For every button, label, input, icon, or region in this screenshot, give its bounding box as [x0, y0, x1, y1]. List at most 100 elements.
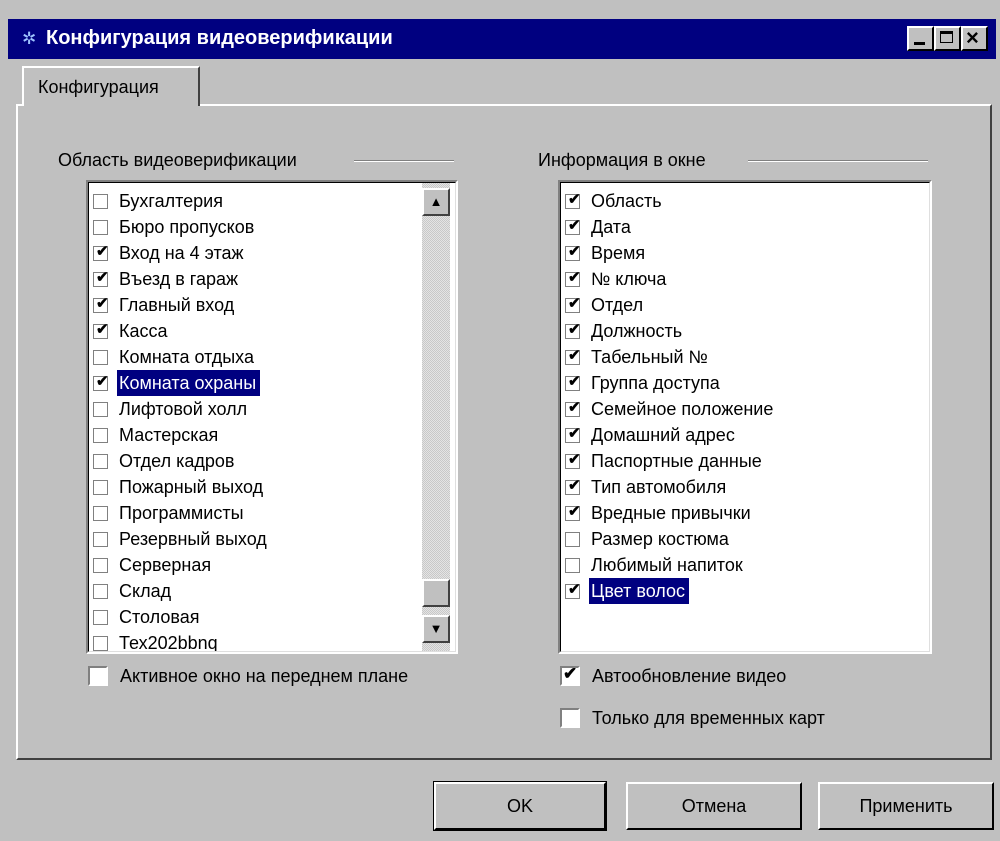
area-item-label: Комната охраны — [117, 370, 261, 396]
area-item-checkbox[interactable] — [93, 532, 108, 547]
area-item-checkbox[interactable]: ✔ — [93, 321, 109, 339]
area-scrollbar[interactable]: ▲ ▼ — [422, 183, 450, 651]
title-bar[interactable]: ✲ Конфигурация видеоверификации × — [8, 19, 996, 59]
info-item-label: Семейное положение — [591, 399, 774, 419]
apply-button[interactable]: Применить — [818, 782, 994, 830]
scroll-down-button[interactable]: ▼ — [422, 615, 450, 643]
info-group-rule — [748, 160, 928, 162]
check-icon: ✔ — [568, 269, 581, 286]
info-item-label: Отдел — [591, 295, 644, 315]
info-item-checkbox[interactable]: ✔ — [565, 451, 581, 469]
check-icon: ✔ — [563, 664, 578, 683]
area-group-rule — [354, 160, 454, 162]
area-item-checkbox[interactable] — [93, 402, 108, 417]
area-item-checkbox[interactable]: ✔ — [93, 269, 109, 287]
area-item-label: Тех202bbnq — [119, 633, 218, 652]
maximize-button[interactable] — [934, 26, 961, 51]
info-item-label: Время — [591, 243, 646, 263]
area-item-label: Мастерская — [119, 425, 219, 445]
check-icon: ✔ — [568, 373, 581, 390]
info-item-checkbox[interactable]: ✔ — [565, 399, 581, 417]
check-icon: ✔ — [568, 425, 581, 442]
scroll-thumb[interactable] — [422, 579, 450, 607]
area-item-label: Лифтовой холл — [119, 399, 248, 419]
info-item-checkbox[interactable]: ✔ — [565, 581, 581, 599]
check-icon: ✔ — [568, 399, 581, 416]
info-item-label: Должность — [591, 321, 683, 341]
area-item-label: Бухгалтерия — [119, 191, 223, 211]
close-icon: × — [966, 25, 979, 50]
area-item-checkbox[interactable] — [93, 194, 108, 209]
ok-button[interactable]: OK — [433, 781, 607, 831]
scroll-up-button[interactable]: ▲ — [422, 188, 450, 216]
check-icon: ✔ — [568, 217, 581, 234]
info-item-checkbox[interactable]: ✔ — [565, 269, 581, 287]
area-item-checkbox[interactable]: ✔ — [93, 373, 109, 391]
info-group-label: Информация в окне — [538, 150, 706, 170]
area-item-checkbox[interactable] — [93, 584, 108, 599]
area-item-checkbox[interactable]: ✔ — [93, 243, 109, 261]
check-icon: ✔ — [568, 581, 581, 598]
area-group-label: Область видеоверификации — [58, 150, 297, 170]
area-item-checkbox[interactable] — [93, 506, 108, 521]
area-item-checkbox[interactable] — [93, 610, 108, 625]
info-item-checkbox[interactable]: ✔ — [565, 217, 581, 235]
info-item-label: Любимый напиток — [591, 555, 743, 575]
area-listbox[interactable]: Бухгалтерия Бюро пропусков ✔ Вход на 4 этаж… — [86, 180, 458, 654]
area-item-checkbox[interactable] — [93, 480, 108, 495]
info-item-checkbox[interactable]: ✔ — [565, 191, 581, 209]
info-item-label: Размер костюма — [591, 529, 729, 549]
auto-update-checkbox-box[interactable]: ✔ — [560, 664, 580, 686]
info-item-label: Табельный № — [591, 347, 708, 367]
area-item-checkbox[interactable]: ✔ — [93, 295, 109, 313]
arrow-down-icon: ▼ — [429, 621, 443, 636]
foreground-checkbox-box[interactable] — [88, 666, 108, 686]
area-item-checkbox[interactable] — [93, 558, 108, 573]
area-item-label: Серверная — [119, 555, 212, 575]
info-listbox[interactable]: ✔ Область ✔ Дата ✔ Время ✔ № ключа ✔ Отдел ✔ Должно… — [558, 180, 932, 654]
area-item-label: Бюро пропусков — [119, 217, 255, 237]
info-item-checkbox[interactable]: ✔ — [565, 347, 581, 365]
area-item-label: Резервный выход — [119, 529, 267, 549]
info-item-checkbox[interactable]: ✔ — [565, 295, 581, 313]
info-item-checkbox[interactable]: ✔ — [565, 477, 581, 495]
check-icon: ✔ — [568, 243, 581, 260]
check-icon: ✔ — [568, 295, 581, 312]
check-icon: ✔ — [568, 503, 581, 520]
info-item-label: Область — [591, 191, 662, 211]
close-button[interactable]: × — [961, 26, 988, 51]
area-item-checkbox[interactable] — [93, 636, 108, 651]
info-item-label: Группа доступа — [591, 373, 720, 393]
area-item-label: Въезд в гараж — [119, 269, 239, 289]
info-item-checkbox[interactable]: ✔ — [565, 243, 581, 261]
check-icon: ✔ — [96, 295, 109, 312]
check-icon: ✔ — [96, 269, 109, 286]
info-item-checkbox[interactable]: ✔ — [565, 321, 581, 339]
area-item-checkbox[interactable] — [93, 350, 108, 365]
tab-label: Конфигурация — [38, 77, 159, 97]
area-item-checkbox[interactable] — [93, 454, 108, 469]
area-item-label: Касса — [119, 321, 168, 341]
cancel-button[interactable]: Отмена — [626, 782, 802, 830]
tab-configuration[interactable]: Конфигурация — [22, 66, 200, 106]
dialog-window: ✲ Конфигурация видеоверификации × Конфиг… — [0, 0, 1000, 841]
minimize-button[interactable] — [907, 26, 934, 51]
info-item-checkbox[interactable]: ✔ — [565, 503, 581, 521]
area-item-label: Комната отдыха — [119, 347, 254, 367]
check-icon: ✔ — [568, 191, 581, 208]
area-item-label: Отдел кадров — [119, 451, 235, 471]
check-icon: ✔ — [96, 321, 109, 338]
area-item-label: Главный вход — [119, 295, 235, 315]
check-icon: ✔ — [568, 321, 581, 338]
minimize-icon — [914, 42, 925, 45]
info-item-checkbox[interactable]: ✔ — [565, 373, 581, 391]
area-item-checkbox[interactable] — [93, 220, 108, 235]
area-item-label: Вход на 4 этаж — [119, 243, 244, 263]
area-item-checkbox[interactable] — [93, 428, 108, 443]
check-icon: ✔ — [568, 347, 581, 364]
temp-cards-checkbox-box[interactable] — [560, 708, 580, 728]
info-item-label: Тип автомобиля — [591, 477, 727, 497]
info-item-checkbox[interactable] — [565, 532, 580, 547]
info-item-checkbox[interactable] — [565, 558, 580, 573]
info-item-checkbox[interactable]: ✔ — [565, 425, 581, 443]
